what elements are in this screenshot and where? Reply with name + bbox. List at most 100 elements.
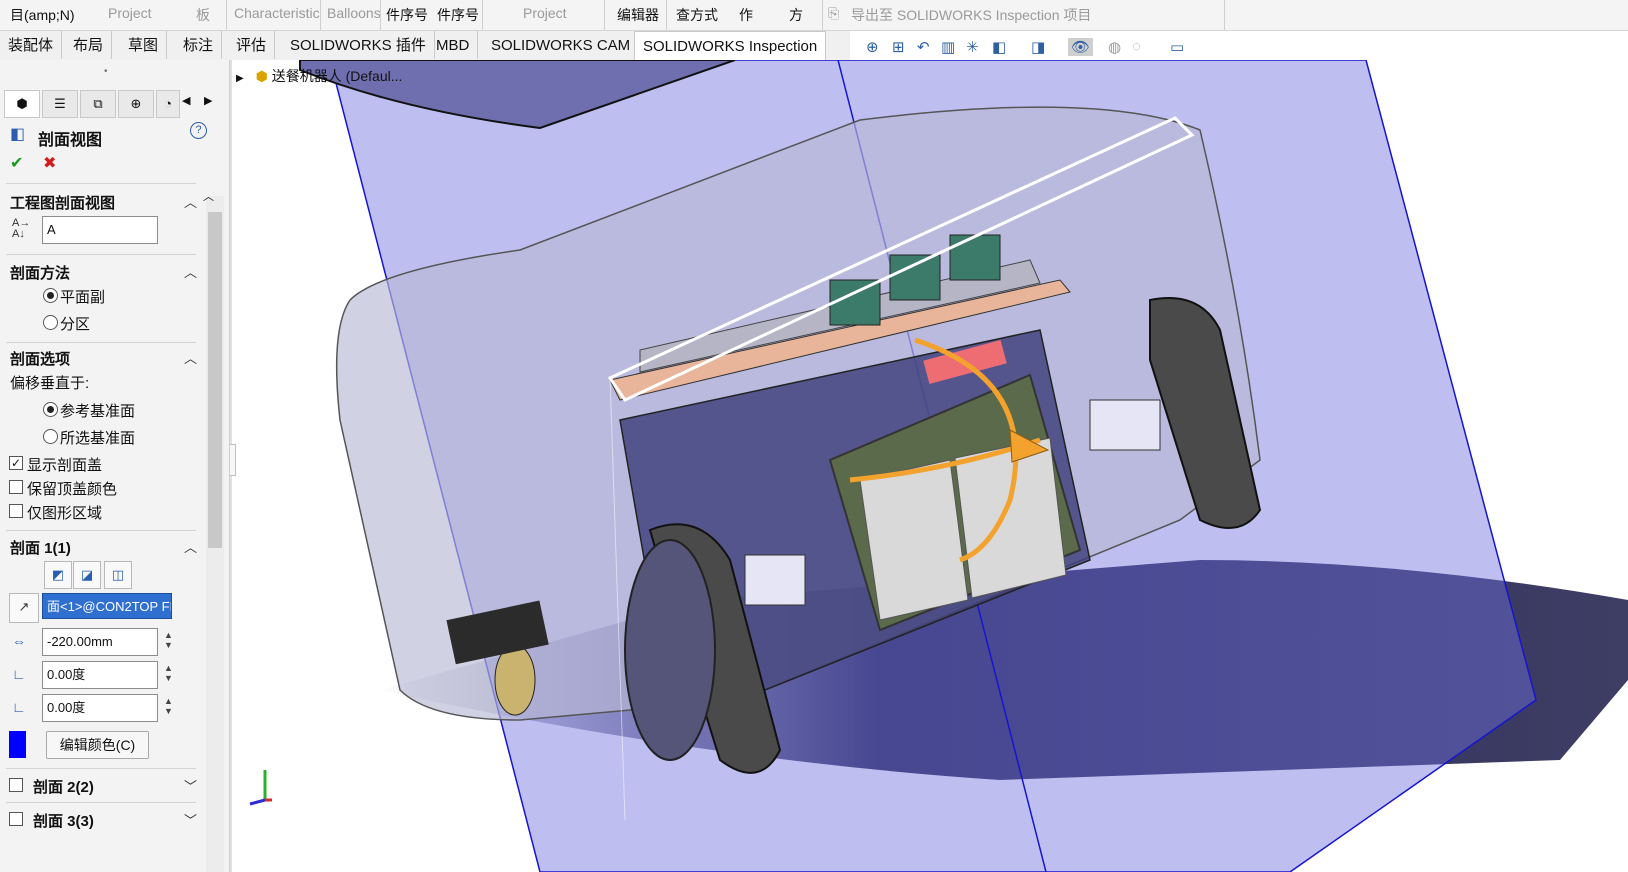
tab-evaluate[interactable]: 评估 [228,31,276,59]
tab-assembly[interactable]: 装配体 [0,31,63,59]
zoom-area-icon[interactable]: ⊞ [892,38,905,56]
section2-header[interactable]: 剖面 2(2) [33,776,94,797]
section-view-title-icon: ◧ [10,126,26,143]
section-method-header: 剖面方法 [10,265,71,282]
offset-distance-input[interactable]: -220.00mm [42,628,158,656]
zoom-fit-icon[interactable]: ⊕ [866,38,879,56]
ribbon-item-operate[interactable]: 作 [739,5,753,25]
graphics-area[interactable]: 🔍 [232,60,1628,872]
tab-solidworks-inspection[interactable]: SOLIDWORKS Inspection [634,31,827,62]
checkbox-graphics-only[interactable] [9,504,23,518]
previous-view-icon[interactable]: ↶ [917,38,930,56]
tab-scroll-left-icon[interactable]: ◀ [182,94,190,107]
edit-appearance-icon[interactable]: ◍ [1108,38,1121,56]
ribbon-item-balloons[interactable]: Balloons [327,5,381,21]
ribbon-item-project-2[interactable]: Project [523,5,567,21]
expand-section3-icon[interactable]: ﹀ [184,810,197,829]
displaymanager-tab[interactable]: ◔ [156,90,180,118]
tab-scroll-right-icon[interactable]: ▶ [204,94,212,107]
angle-y-spinner[interactable]: ▲ ▼ [164,696,173,716]
propertymanager-tab[interactable]: ☰ [42,90,78,118]
view-orientation-icon[interactable]: ◧ [992,38,1006,56]
drawing-section-header: 工程图剖面视图 [10,195,116,212]
checkbox-keep-cap-color[interactable] [9,480,23,494]
radio-reference-plane[interactable] [43,402,58,417]
collapse-method-icon[interactable]: ︿ [184,262,197,281]
ribbon-item-board[interactable]: 板 [196,5,210,25]
collapse-options-icon[interactable]: ︿ [184,348,197,367]
bracket-rear [1089,399,1161,451]
tab-sketch[interactable]: 草图 [120,31,168,59]
dynamic-annotation-icon[interactable]: ✳ [966,38,979,56]
rotate-y-icon: ∟ [12,699,26,715]
collapse-section1-icon[interactable]: ︿ [184,537,197,556]
panel-scrollbar-thumb[interactable] [208,212,222,548]
assembly-name: 送餐机器人 (Defaul... [271,68,403,84]
radio-zonal-label: 分区 [60,316,91,333]
ribbon-item-method[interactable]: 方 [789,5,803,25]
radio-selected-plane-label: 所选基准面 [60,430,136,447]
caster-wheel [494,644,536,716]
ribbon-item-part-number-2[interactable]: 件序号 [437,5,479,25]
configurationmanager-tab[interactable]: ⧉ [80,90,116,118]
checkbox-keep-cap-color-label: 保留顶盖颜色 [27,481,118,498]
collapse-drawing-section-icon[interactable]: ︿ [184,192,197,211]
crosshair-icon: ⊕ [130,96,142,111]
panel-grip-icon[interactable]: • [104,66,108,77]
driver-board-2 [889,254,941,301]
driver-board-3 [949,234,1001,281]
tab-layout[interactable]: 布局 [65,31,113,59]
checkbox-section2[interactable] [9,778,23,792]
radio-planar[interactable] [43,288,58,303]
checkbox-graphics-only-label: 仅图形区域 [27,505,103,522]
hide-show-items-icon[interactable]: 👁 [1068,38,1094,56]
feature-tree-root[interactable]: ▶ ⬢ 送餐机器人 (Defaul... [236,66,402,86]
tab-solidworks-cam[interactable]: SOLIDWORKS CAM [483,31,640,59]
angle-x-input[interactable]: 0.00度 [42,661,158,689]
ribbon-item-part-number-1[interactable]: 件序号 [386,5,428,25]
plane-front-icon[interactable]: ◩ [44,561,72,589]
ribbon-item-editor[interactable]: 编辑器 [617,5,659,25]
checkbox-section3[interactable] [9,812,23,826]
scroll-up-icon[interactable]: ︿ [203,188,214,204]
ribbon-item-project[interactable]: Project [108,5,152,21]
offset-spinner[interactable]: ▲ ▼ [164,630,173,650]
ribbon-item-characteristic[interactable]: Characteristic [234,5,320,21]
dimxpert-tab[interactable]: ⊕ [118,90,154,118]
section-options-header: 剖面选项 [10,351,71,368]
tab-mbd[interactable]: MBD [428,31,479,59]
reference-plane-field[interactable]: 面<1>@CON2TOP FI [42,593,172,619]
cancel-icon[interactable]: ✖ [43,153,56,173]
panel-title: 剖面视图 [38,132,103,149]
section-label-input[interactable]: A [42,216,158,244]
ribbon-item-export-inspection[interactable]: 导出至 SOLIDWORKS Inspection 项目 [851,5,1091,25]
radio-selected-plane[interactable] [43,429,58,444]
angle-x-spinner[interactable]: ▲ ▼ [164,663,173,683]
plane-right-icon[interactable]: ◫ [104,561,132,589]
featuremanager-tab[interactable]: ⬢ [4,90,40,118]
ribbon-item-project-menu[interactable]: 目(amp;N) [10,5,75,25]
section-view-icon[interactable]: ▥ [941,38,955,56]
section3-header[interactable]: 剖面 3(3) [33,810,94,831]
help-icon[interactable]: ? [190,122,207,139]
checkbox-show-cap[interactable]: ✓ [9,456,23,470]
ok-icon[interactable]: ✔ [10,153,23,173]
view-settings-icon[interactable]: ▭ [1170,38,1184,56]
tab-markup[interactable]: 标注 [175,31,223,59]
rotate-x-icon: ∟ [12,666,26,682]
offset-normal-label: 偏移垂直于: [10,375,90,392]
checkbox-show-cap-label: 显示剖面盖 [27,457,103,474]
display-style-icon[interactable]: ◨ [1031,38,1045,56]
plane-top-icon[interactable]: ◪ [73,561,101,589]
reverse-direction-icon[interactable]: ↗ [9,593,39,623]
angle-y-input[interactable]: 0.00度 [42,694,158,722]
apply-scene-icon[interactable]: ◌ [1132,38,1141,55]
section1-header: 剖面 1(1) [10,540,71,557]
expand-section2-icon[interactable]: ﹀ [184,776,197,795]
tab-solidworks-addins[interactable]: SOLIDWORKS 插件 [282,31,435,59]
radio-zonal[interactable] [43,315,58,330]
ribbon-item-inspect-mode[interactable]: 查方式 [676,5,718,25]
offset-distance-icon: ⇔ [12,633,26,649]
expand-icon[interactable]: ▶ [236,73,244,84]
edit-color-button[interactable]: 编辑颜色(C) [46,731,149,759]
